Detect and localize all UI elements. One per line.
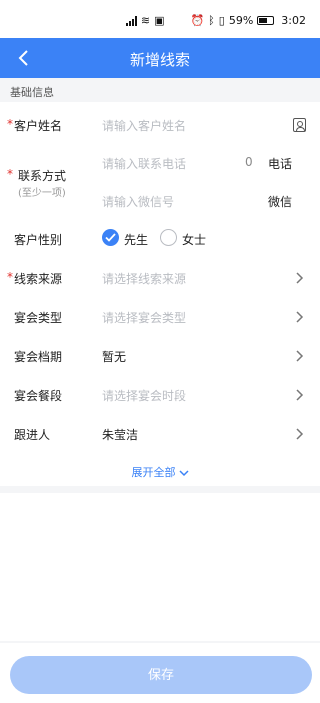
chevron-right-icon: [296, 389, 304, 401]
meal-period-row[interactable]: 宴会餐段 请选择宴会时段: [0, 376, 320, 414]
clock: 3:02: [281, 14, 306, 27]
app-header: 新增线索: [0, 38, 320, 78]
lead-form: * 客户姓名 请输入客户姓名 请输入联系电话 0 电话 * 联系方式 (至少一项…: [0, 102, 320, 486]
contact-book-icon[interactable]: [293, 118, 306, 132]
banquet-type-label: 宴会类型: [14, 311, 63, 325]
gender-option-male[interactable]: 先生: [124, 231, 148, 248]
follower-row[interactable]: 跟进人 朱莹洁: [0, 415, 320, 453]
battery-icon: [257, 16, 275, 25]
wechat-type-label: 微信: [268, 195, 293, 209]
banquet-type-select[interactable]: 请选择宴会类型: [102, 309, 186, 326]
signal-icon: [125, 15, 137, 26]
status-bar: ≋ ▣ ⏰ ᛒ ▯ 59% 3:02: [0, 0, 320, 38]
phone-input[interactable]: 请输入联系电话: [102, 155, 186, 172]
customer-name-row[interactable]: * 客户姓名 请输入客户姓名: [0, 106, 320, 144]
follower-label: 跟进人: [14, 428, 51, 442]
meal-period-select[interactable]: 请选择宴会时段: [102, 387, 186, 404]
required-mark: *: [7, 270, 13, 284]
content-panel: [0, 493, 320, 641]
wechat-input[interactable]: 请输入微信号: [102, 193, 174, 210]
wifi-icon: ≋: [140, 14, 151, 27]
chevron-right-icon: [296, 272, 304, 284]
section-label: 基础信息: [10, 86, 54, 99]
customer-name-label: 客户姓名: [14, 119, 63, 133]
banquet-type-row[interactable]: 宴会类型 请选择宴会类型: [0, 298, 320, 336]
phone-type-label: 电话: [268, 157, 293, 171]
check-icon: [105, 233, 116, 242]
meal-period-label: 宴会餐段: [14, 389, 63, 403]
save-button[interactable]: 保存: [10, 656, 312, 694]
gender-radio-male[interactable]: [102, 229, 119, 246]
expand-all-label: 展开全部: [131, 466, 176, 479]
gender-radio-female[interactable]: [160, 229, 177, 246]
alarm-icon: ⏰: [190, 14, 205, 27]
required-mark: *: [7, 167, 13, 181]
nfc-icon: ▣: [154, 14, 165, 27]
gender-label: 客户性别: [14, 233, 63, 247]
contact-wechat-row[interactable]: 请输入微信号 微信: [0, 182, 320, 220]
source-label: 线索来源: [14, 272, 63, 286]
schedule-row[interactable]: 宴会档期 暂无: [0, 337, 320, 375]
expand-all-button[interactable]: 展开全部: [0, 464, 320, 480]
chevron-right-icon: [296, 428, 304, 440]
battery-percent: 59%: [228, 14, 254, 27]
source-select[interactable]: 请选择线索来源: [102, 270, 186, 287]
required-mark: *: [7, 117, 13, 131]
chevron-right-icon: [296, 350, 304, 362]
status-icons: ≋ ▣ ⏰ ᛒ ▯ 59% 3:02: [125, 14, 306, 27]
phone-count: 0: [245, 155, 253, 169]
bluetooth-icon: ᛒ: [208, 14, 215, 27]
follower-value[interactable]: 朱莹洁: [102, 426, 138, 443]
vibrate-icon: ▯: [218, 14, 225, 27]
page-title: 新增线索: [129, 51, 190, 69]
schedule-value[interactable]: 暂无: [102, 348, 126, 365]
chevron-down-icon: [178, 469, 189, 476]
footer-bar: 保存: [0, 643, 320, 703]
gender-option-female[interactable]: 女士: [182, 231, 206, 248]
customer-name-input[interactable]: 请输入客户姓名: [102, 117, 186, 134]
schedule-label: 宴会档期: [14, 350, 63, 364]
chevron-right-icon: [296, 311, 304, 323]
source-row[interactable]: * 线索来源 请选择线索来源: [0, 259, 320, 297]
gender-row: 客户性别 先生 女士: [0, 220, 320, 258]
